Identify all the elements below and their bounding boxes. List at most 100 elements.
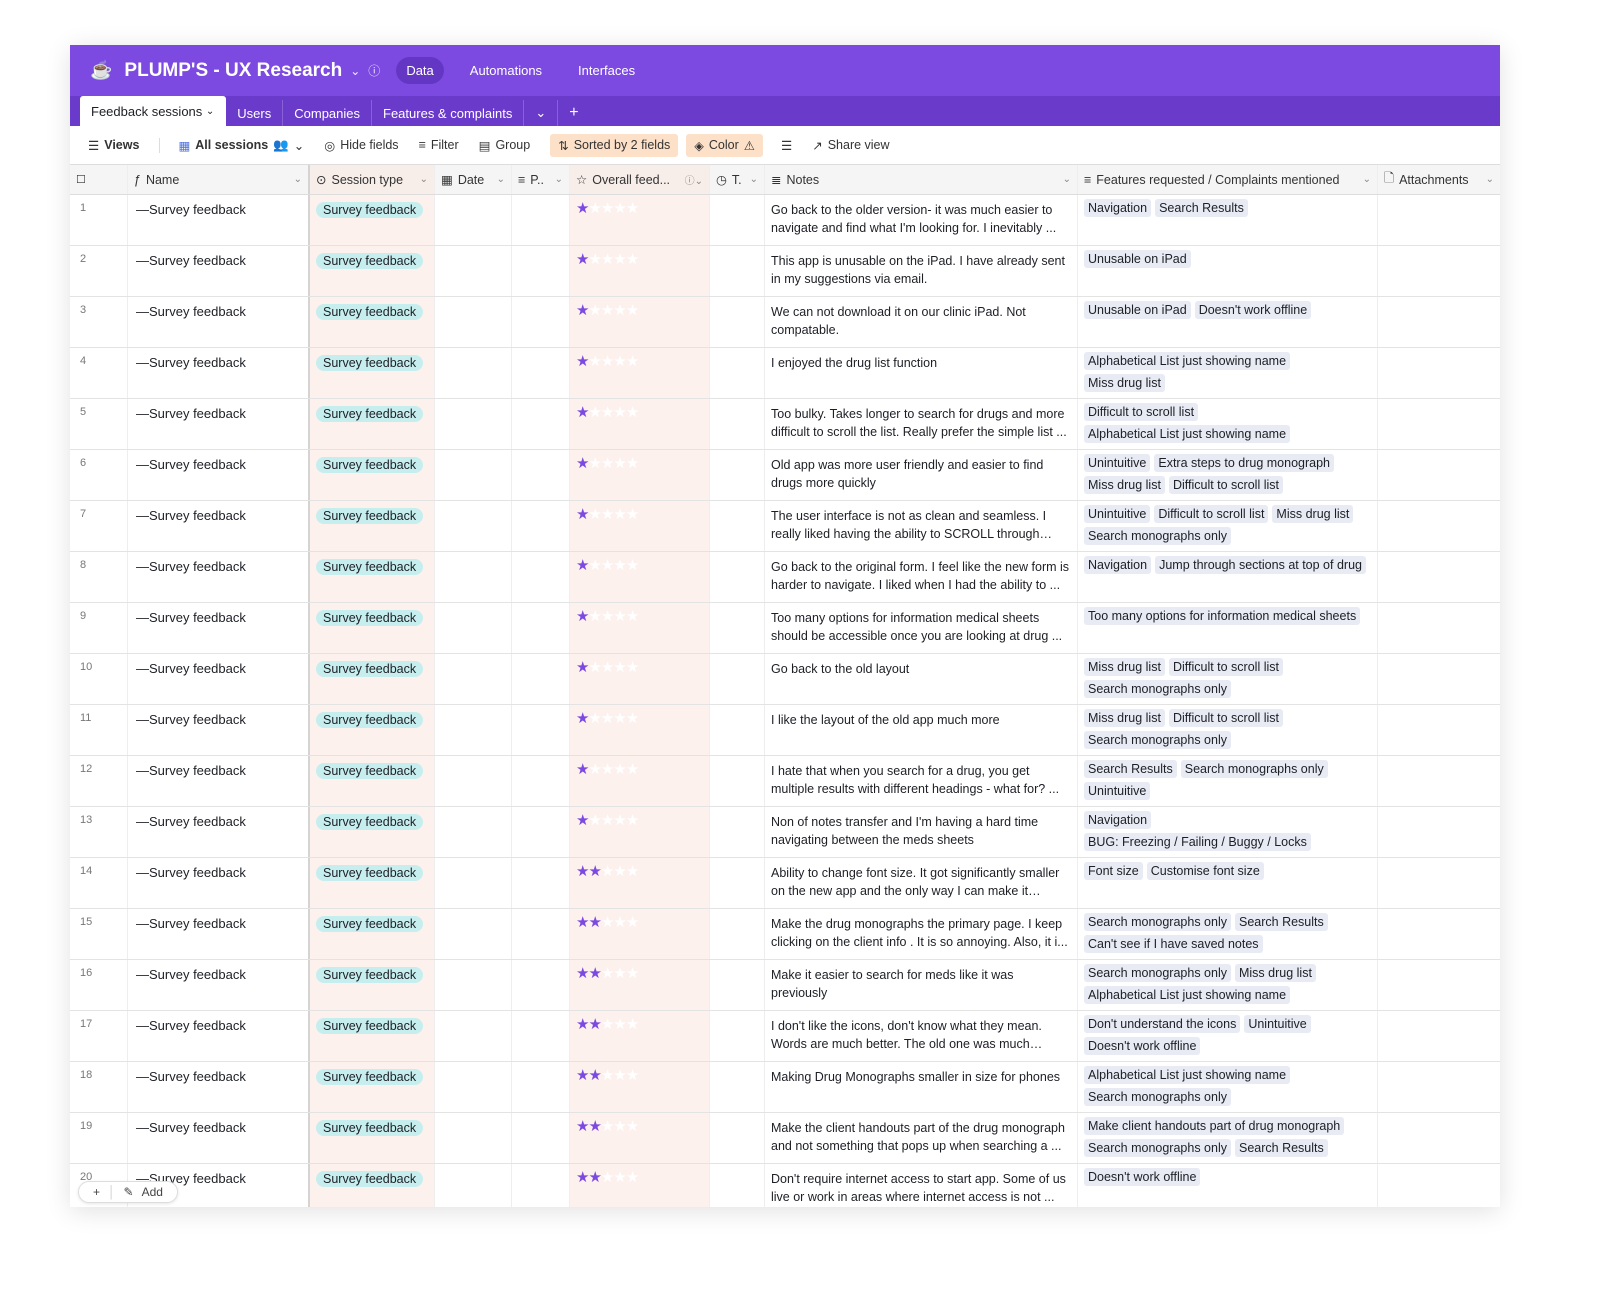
more-tables-chevron-icon[interactable]: ⌄ <box>524 100 559 126</box>
feature-tag[interactable]: Difficult to scroll list <box>1168 658 1283 676</box>
session-type-cell[interactable]: Survey feedback <box>310 195 435 245</box>
attachments-cell[interactable] <box>1378 1113 1500 1163</box>
features-cell[interactable]: Unusable on iPad Doesn't work offline <box>1078 297 1378 347</box>
t-cell[interactable] <box>710 807 765 857</box>
feature-tag[interactable]: Search monographs only <box>1084 913 1231 931</box>
rating-star-icon[interactable]: ★ <box>601 1067 614 1084</box>
p-cell[interactable] <box>512 654 570 704</box>
table-row[interactable]: 4 —Survey feedback Survey feedback ★★★★★… <box>70 348 1500 399</box>
feature-tag[interactable]: Search monographs only <box>1084 1139 1231 1157</box>
attachments-cell[interactable] <box>1378 807 1500 857</box>
rating-star-icon[interactable]: ★ <box>626 914 639 931</box>
feature-tag[interactable]: Miss drug list <box>1272 505 1354 523</box>
name-cell[interactable]: —Survey feedback <box>128 297 310 347</box>
date-cell[interactable] <box>435 858 512 908</box>
rating-cell[interactable]: ★★★★★ <box>570 603 710 653</box>
p-cell[interactable] <box>512 858 570 908</box>
t-cell[interactable] <box>710 552 765 602</box>
p-cell[interactable] <box>512 960 570 1010</box>
rating-star-icon[interactable]: ★ <box>588 1016 601 1033</box>
date-cell[interactable] <box>435 1113 512 1163</box>
rating-star-icon[interactable]: ★ <box>601 506 614 523</box>
table-row[interactable]: 7 —Survey feedback Survey feedback ★★★★★… <box>70 501 1500 552</box>
rating-cell[interactable]: ★★★★★ <box>570 246 710 296</box>
table-row[interactable]: 9 —Survey feedback Survey feedback ★★★★★… <box>70 603 1500 654</box>
feature-tag[interactable]: Navigation <box>1084 811 1152 829</box>
notes-cell[interactable]: This app is unusable on the iPad. I have… <box>765 246 1078 296</box>
table-row[interactable]: 20 —Survey feedback Survey feedback ★★★★… <box>70 1164 1500 1207</box>
rating-star-icon[interactable]: ★ <box>576 710 589 727</box>
features-cell[interactable]: Unintuitive Difficult to scroll list Miss … <box>1078 501 1378 551</box>
rating-cell[interactable]: ★★★★★ <box>570 909 710 959</box>
table-row[interactable]: 13 —Survey feedback Survey feedback ★★★★… <box>70 807 1500 858</box>
feature-tag[interactable]: Search Results <box>1155 199 1248 217</box>
feature-tag[interactable]: Search monographs only <box>1084 527 1231 545</box>
notes-cell[interactable]: Go back to the old layout <box>765 654 1078 704</box>
add-record-button[interactable]: + │ ✎ Add <box>78 1181 178 1203</box>
rating-star-icon[interactable]: ★ <box>601 863 614 880</box>
filter-button[interactable]: ≡ Filter <box>419 138 459 152</box>
name-cell[interactable]: —Survey feedback <box>128 1113 310 1163</box>
rating-star-icon[interactable]: ★ <box>613 812 626 829</box>
rating-star-icon[interactable]: ★ <box>626 455 639 472</box>
rating-star-icon[interactable]: ★ <box>588 710 601 727</box>
feature-tag[interactable]: Unintuitive <box>1084 782 1151 800</box>
features-cell[interactable]: Search monographs only Search Results Can'… <box>1078 909 1378 959</box>
feature-tag[interactable]: Doesn't work offline <box>1194 301 1312 319</box>
rating-star-icon[interactable]: ★ <box>626 1067 639 1084</box>
rating-star-icon[interactable]: ★ <box>613 455 626 472</box>
attachments-cell[interactable] <box>1378 909 1500 959</box>
color-button[interactable]: ◈ Color ⚠ <box>686 133 763 157</box>
feature-tag[interactable]: Alphabetical List just showing name <box>1084 352 1291 370</box>
t-cell[interactable] <box>710 450 765 500</box>
t-cell[interactable] <box>710 1062 765 1112</box>
features-cell[interactable]: Search Results Search monographs only Unin… <box>1078 756 1378 806</box>
notes-cell[interactable]: Make it easier to search for meds like i… <box>765 960 1078 1010</box>
hide-fields-button[interactable]: ◎ Hide fields <box>324 138 398 153</box>
rating-star-icon[interactable]: ★ <box>613 506 626 523</box>
rating-star-icon[interactable]: ★ <box>601 200 614 217</box>
rating-star-icon[interactable]: ★ <box>588 302 601 319</box>
row-height-button[interactable]: ☰ <box>781 138 792 153</box>
rating-star-icon[interactable]: ★ <box>613 710 626 727</box>
table-row[interactable]: 3 —Survey feedback Survey feedback ★★★★★… <box>70 297 1500 348</box>
name-cell[interactable]: —Survey feedback <box>128 654 310 704</box>
views-button[interactable]: ☰ Views <box>88 138 139 153</box>
rating-star-icon[interactable]: ★ <box>576 1067 589 1084</box>
p-cell[interactable] <box>512 1062 570 1112</box>
session-type-cell[interactable]: Survey feedback <box>310 1164 435 1207</box>
session-type-cell[interactable]: Survey feedback <box>310 399 435 449</box>
feature-tag[interactable]: Miss drug list <box>1084 476 1165 494</box>
session-type-cell[interactable]: Survey feedback <box>310 705 435 755</box>
feature-tag[interactable]: Don't understand the icons <box>1084 1015 1241 1033</box>
notes-cell[interactable]: Old app was more user friendly and easie… <box>765 450 1078 500</box>
date-cell[interactable] <box>435 654 512 704</box>
rating-star-icon[interactable]: ★ <box>601 302 614 319</box>
rating-star-icon[interactable]: ★ <box>588 455 601 472</box>
base-title[interactable]: PLUMP'S - UX Research <box>124 60 342 82</box>
rating-star-icon[interactable]: ★ <box>613 761 626 778</box>
rating-cell[interactable]: ★★★★★ <box>570 1164 710 1207</box>
feature-tag[interactable]: Search monographs only <box>1180 760 1328 778</box>
notes-cell[interactable]: Making Drug Monographs smaller in size f… <box>765 1062 1078 1112</box>
feature-tag[interactable]: Search Results <box>1234 913 1328 931</box>
name-cell[interactable]: —Survey feedback <box>128 807 310 857</box>
date-cell[interactable] <box>435 246 512 296</box>
rating-star-icon[interactable]: ★ <box>613 1016 626 1033</box>
feature-tag[interactable]: Unintuitive <box>1084 454 1151 472</box>
name-cell[interactable]: —Survey feedback <box>128 195 310 245</box>
table-row[interactable]: 8 —Survey feedback Survey feedback ★★★★★… <box>70 552 1500 603</box>
t-cell[interactable] <box>710 501 765 551</box>
rating-star-icon[interactable]: ★ <box>626 353 639 370</box>
t-cell[interactable] <box>710 960 765 1010</box>
attachments-cell[interactable] <box>1378 1062 1500 1112</box>
name-cell[interactable]: —Survey feedback <box>128 909 310 959</box>
rating-star-icon[interactable]: ★ <box>588 761 601 778</box>
rating-star-icon[interactable]: ★ <box>626 557 639 574</box>
rating-cell[interactable]: ★★★★★ <box>570 705 710 755</box>
rating-star-icon[interactable]: ★ <box>576 914 589 931</box>
t-cell[interactable] <box>710 195 765 245</box>
rating-star-icon[interactable]: ★ <box>588 557 601 574</box>
t-cell[interactable] <box>710 705 765 755</box>
table-row[interactable]: 11 —Survey feedback Survey feedback ★★★★… <box>70 705 1500 756</box>
